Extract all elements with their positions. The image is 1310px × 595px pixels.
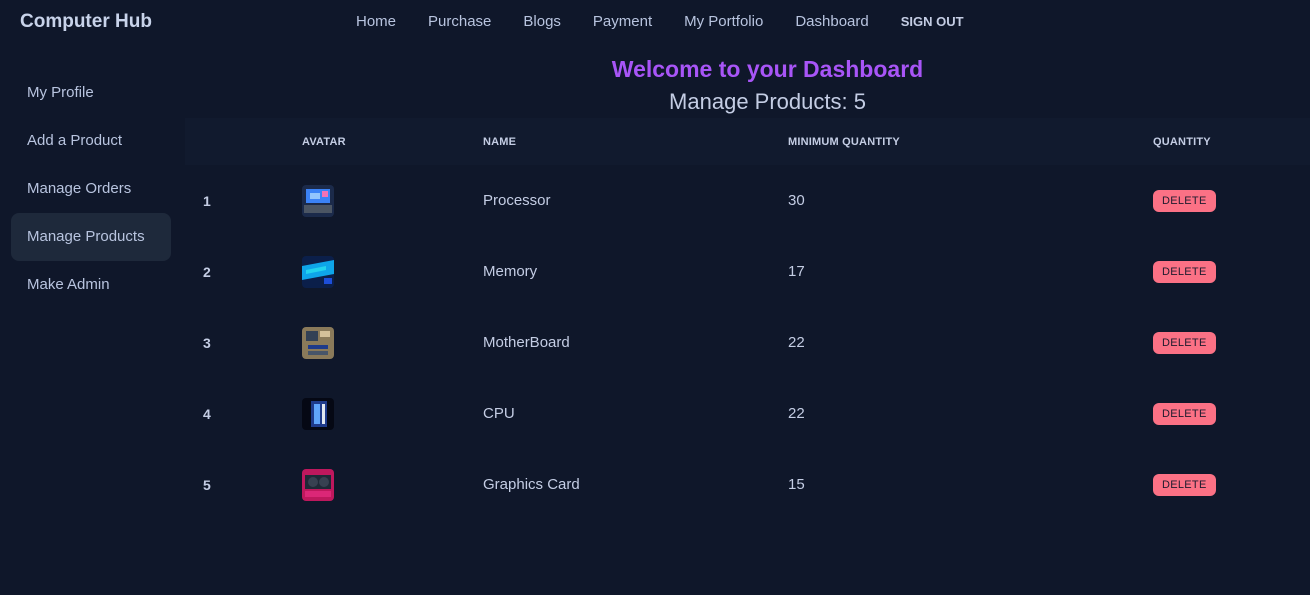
min-quantity: 22 (788, 334, 805, 351)
action-cell: DELETE (1152, 449, 1310, 520)
nav-dashboard[interactable]: Dashboard (779, 0, 884, 44)
nav-home[interactable]: Home (340, 0, 412, 44)
row-index: 3 (203, 334, 211, 351)
motherboard-image (302, 326, 334, 359)
header-avatar: AVATAR (302, 135, 346, 148)
avatar-cell (301, 236, 482, 307)
row-index: 2 (203, 263, 211, 280)
row-index: 5 (203, 476, 211, 493)
product-name: Graphics Card (483, 476, 580, 493)
product-name: CPU (483, 405, 515, 422)
products-table: AVATAR NAME MINIMUM QUANTITY QUANTITY 1 (185, 118, 1310, 520)
avatar-cell (301, 378, 482, 449)
sidebar-item-make-admin[interactable]: Make Admin (11, 261, 171, 309)
row-index: 4 (203, 405, 211, 422)
delete-button[interactable]: DELETE (1153, 260, 1216, 283)
product-name: Processor (483, 192, 551, 209)
delete-button[interactable]: DELETE (1153, 473, 1216, 496)
min-quantity: 17 (788, 263, 805, 280)
header-min-quantity: MINIMUM QUANTITY (788, 135, 900, 148)
avatar-cell (301, 165, 482, 236)
avatar-cell (301, 449, 482, 520)
nav-links: Home Purchase Blogs Payment My Portfolio… (340, 0, 980, 44)
table-row: 2 Memory 17 DELETE (185, 236, 1310, 307)
table-header-row: AVATAR NAME MINIMUM QUANTITY QUANTITY (185, 118, 1310, 165)
sidebar-item-add-product[interactable]: Add a Product (11, 117, 171, 165)
processor-image (302, 184, 334, 217)
min-quantity: 22 (788, 405, 805, 422)
sidebar: My Profile Add a Product Manage Orders M… (11, 69, 171, 309)
min-quantity: 15 (788, 476, 805, 493)
memory-image (302, 255, 334, 288)
action-cell: DELETE (1152, 165, 1310, 236)
product-name: Memory (483, 263, 538, 280)
delete-button[interactable]: DELETE (1153, 331, 1216, 354)
action-cell: DELETE (1152, 307, 1310, 378)
action-cell: DELETE (1152, 378, 1310, 449)
nav-my-portfolio[interactable]: My Portfolio (668, 0, 779, 44)
row-index: 1 (203, 192, 211, 209)
table-row: 1 Processor 30 DELETE (185, 165, 1310, 236)
manage-products-count: Manage Products: 5 (669, 89, 866, 114)
nav-payment[interactable]: Payment (577, 0, 668, 44)
header-name: NAME (483, 135, 517, 148)
delete-button[interactable]: DELETE (1153, 402, 1216, 425)
avatar-cell (301, 307, 482, 378)
sign-out-button[interactable]: SIGN OUT (885, 0, 980, 44)
nav-purchase[interactable]: Purchase (412, 0, 507, 44)
navbar: Computer Hub Home Purchase Blogs Payment… (0, 0, 1310, 44)
product-name: MotherBoard (483, 334, 570, 351)
min-quantity: 30 (788, 192, 805, 209)
table-row: 3 MotherBoard 22 DELETE (185, 307, 1310, 378)
brand-logo[interactable]: Computer Hub (20, 11, 152, 33)
header-quantity: QUANTITY (1153, 135, 1211, 148)
sidebar-item-manage-products[interactable]: Manage Products (11, 213, 171, 261)
sidebar-item-my-profile[interactable]: My Profile (11, 69, 171, 117)
sidebar-item-manage-orders[interactable]: Manage Orders (11, 165, 171, 213)
cpu-image (302, 397, 334, 430)
table-row: 5 Graphics Card 15 DELETE (185, 449, 1310, 520)
action-cell: DELETE (1152, 236, 1310, 307)
delete-button[interactable]: DELETE (1153, 189, 1216, 212)
nav-blogs[interactable]: Blogs (507, 0, 577, 44)
header-index (185, 118, 301, 165)
graphics-card-image (302, 468, 334, 501)
table-row: 4 CPU 22 DELETE (185, 378, 1310, 449)
welcome-title: Welcome to your Dashboard (611, 56, 924, 82)
